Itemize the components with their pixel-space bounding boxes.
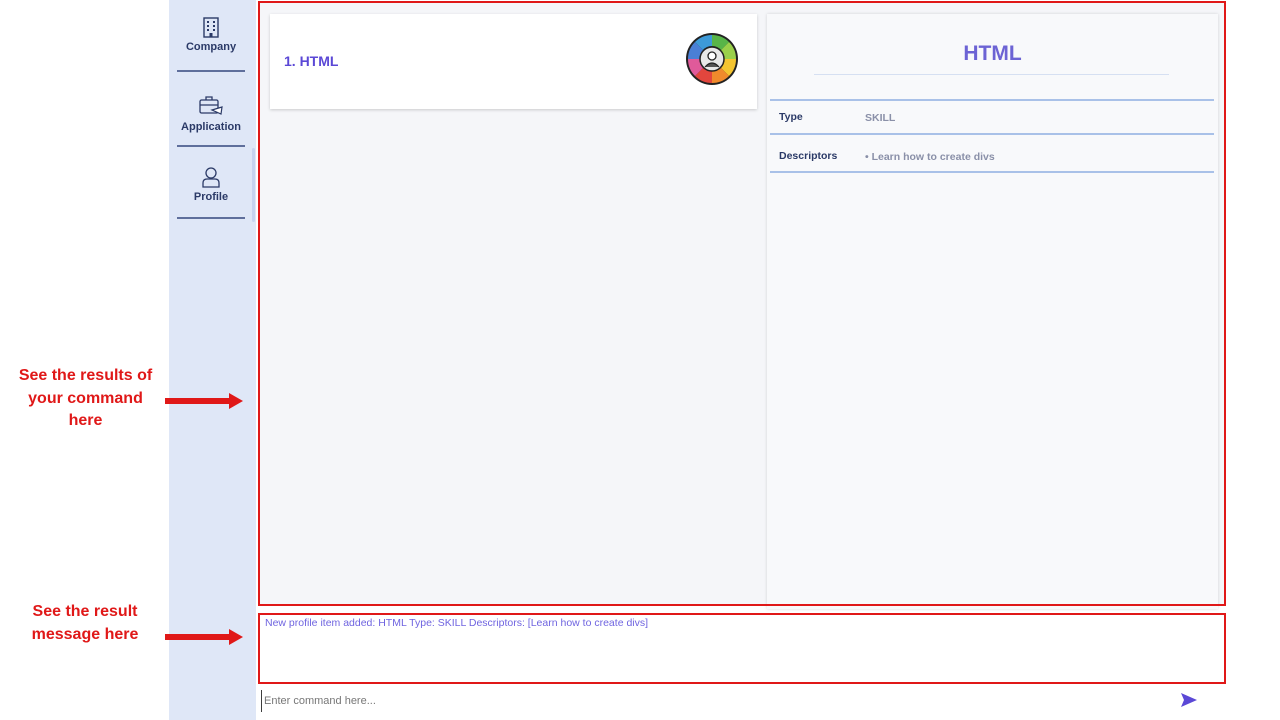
results-annotation: See the results of your command here [18, 367, 153, 429]
sidebar-item-label: Application [181, 121, 241, 133]
building-icon [203, 17, 219, 38]
command-input[interactable] [261, 690, 1164, 712]
person-icon [202, 167, 220, 188]
sidebar-item-company[interactable]: Company [177, 16, 245, 72]
arrow-right-icon [165, 393, 243, 409]
message-annotation: See the result message here [31, 603, 139, 643]
sidebar-divider [177, 145, 245, 147]
send-icon[interactable] [1180, 691, 1198, 709]
sidebar-item-label: Profile [193, 191, 229, 203]
sidebar-divider [177, 70, 245, 72]
arrow-right-icon [165, 629, 243, 645]
sidebar-item-application[interactable]: Application [177, 94, 245, 147]
message-highlight-box [258, 613, 1226, 684]
results-highlight-box [258, 1, 1226, 606]
briefcase-icon [199, 96, 223, 115]
sidebar-item-label: Company [185, 41, 237, 53]
sidebar-divider [177, 217, 245, 219]
sidebar-scrollbar[interactable] [252, 148, 255, 222]
sidebar-item-profile[interactable]: Profile [177, 166, 245, 219]
